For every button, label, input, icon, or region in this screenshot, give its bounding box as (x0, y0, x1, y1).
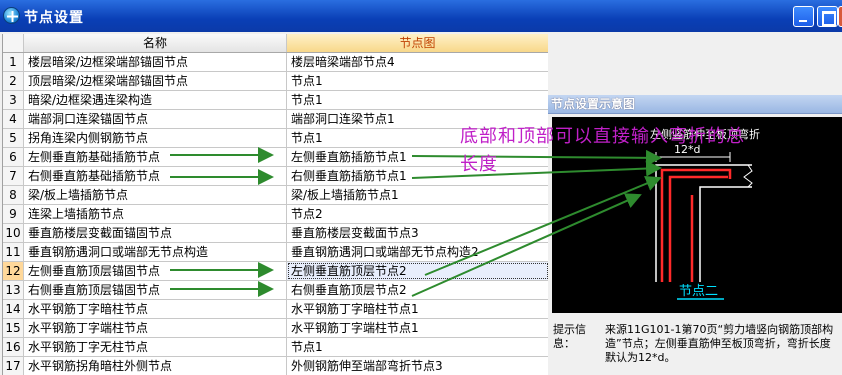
break-line (743, 164, 753, 188)
table-row[interactable]: 2 顶层暗梁/边框梁端部锚固节点 节点1 (3, 72, 548, 91)
table-row[interactable]: 14 水平钢筋丁字暗柱节点 水平钢筋丁字暗柱节点1 (3, 300, 548, 319)
row-number: 12 (3, 262, 24, 280)
row-node-cell[interactable]: 右侧垂直筋插筋节点1 (287, 167, 548, 185)
row-name-cell[interactable]: 垂直钢筋遇洞口或端部无节点构造 (24, 243, 287, 261)
row-name-cell[interactable]: 水平钢筋丁字端柱节点 (24, 319, 287, 337)
node-name: 节点二 (679, 284, 718, 299)
rebar-inner (668, 175, 728, 282)
row-number: 13 (3, 281, 24, 299)
app-icon (3, 7, 20, 24)
row-node-cell[interactable]: 外侧钢筋伸至端部弯折节点3 (287, 357, 548, 375)
row-name-cell[interactable]: 右侧垂直筋顶层锚固节点 (24, 281, 287, 299)
row-number: 1 (3, 53, 24, 71)
table-row[interactable]: 17 水平钢筋拐角暗柱外侧节点 外侧钢筋伸至端部弯折节点3 (3, 357, 548, 375)
table-row[interactable]: 8 梁/板上墙插筋节点 梁/板上墙插筋节点1 (3, 186, 548, 205)
row-name-cell[interactable]: 梁/板上墙插筋节点 (24, 186, 287, 204)
row-name-cell[interactable]: 右侧垂直筋基础插筋节点 (24, 167, 287, 185)
annotation-text-line1: 底部和顶部可以直接输入弯折的总 (460, 126, 745, 147)
row-number: 9 (3, 205, 24, 223)
row-node-cell[interactable]: 梁/板上墙插筋节点1 (287, 186, 548, 204)
header-corner (3, 34, 24, 52)
row-number: 6 (3, 148, 24, 166)
row-number: 14 (3, 300, 24, 318)
table-row[interactable]: 13 右侧垂直筋顶层锚固节点 右侧垂直筋顶层节点2 (3, 281, 548, 300)
row-node-cell[interactable]: 节点1 (287, 338, 548, 356)
hint-label: 提示信息： (553, 323, 586, 350)
table-row[interactable]: 10 垂直筋楼层变截面锚固节点 垂直筋楼层变截面节点3 (3, 224, 548, 243)
row-number: 10 (3, 224, 24, 242)
row-number: 11 (3, 243, 24, 261)
row-number: 17 (3, 357, 24, 375)
wall-outline-inner (699, 186, 752, 282)
row-node-cell[interactable]: 垂直筋楼层变截面节点3 (287, 224, 548, 242)
row-node-cell[interactable]: 节点2 (287, 205, 548, 223)
row-number: 16 (3, 338, 24, 356)
row-number: 8 (3, 186, 24, 204)
row-node-cell[interactable]: 节点1 (287, 72, 548, 90)
row-node-cell[interactable]: 楼层暗梁端部节点4 (287, 53, 548, 71)
row-name-cell[interactable]: 暗梁/边框梁遇连梁构造 (24, 91, 287, 109)
table-row[interactable]: 3 暗梁/边框梁遇连梁构造 节点1 (3, 91, 548, 110)
row-number: 4 (3, 110, 24, 128)
preview-title: 节点设置示意图 (548, 95, 842, 114)
row-name-cell[interactable]: 左侧垂直筋顶层锚固节点 (24, 262, 287, 280)
table-row[interactable]: 1 楼层暗梁/边框梁端部锚固节点 楼层暗梁端部节点4 (3, 53, 548, 72)
row-name-cell[interactable]: 垂直筋楼层变截面锚固节点 (24, 224, 287, 242)
row-node-cell[interactable]: 左侧垂直筋顶层节点2 (287, 262, 548, 280)
annotation-text-line2: 长度 (460, 154, 498, 175)
row-node-cell[interactable]: 垂直钢筋遇洞口或端部无节点构造2 (287, 243, 548, 261)
row-name-cell[interactable]: 拐角连梁内侧钢筋节点 (24, 129, 287, 147)
table-row[interactable]: 12 左侧垂直筋顶层锚固节点 左侧垂直筋顶层节点2 (3, 262, 548, 281)
row-name-cell[interactable]: 顶层暗梁/边框梁端部锚固节点 (24, 72, 287, 90)
row-name-cell[interactable]: 连梁上墙插筋节点 (24, 205, 287, 223)
table-row[interactable]: 16 水平钢筋丁字无柱节点 节点1 (3, 338, 548, 357)
row-name-cell[interactable]: 水平钢筋丁字暗柱节点 (24, 300, 287, 318)
window-titlebar: 节点设置 (0, 0, 842, 32)
row-node-cell[interactable]: 右侧垂直筋顶层节点2 (287, 281, 548, 299)
row-name-cell[interactable]: 左侧垂直筋基础插筋节点 (24, 148, 287, 166)
row-node-cell[interactable]: 水平钢筋丁字端柱节点1 (287, 319, 548, 337)
row-node-cell[interactable]: 节点1 (287, 91, 548, 109)
hint-text: 来源11G101-1第70页“剪力墙竖向钢筋顶部构造”节点；左侧垂直筋伸至板顶弯… (605, 323, 834, 364)
minimize-button[interactable] (793, 6, 814, 27)
header-node[interactable]: 节点图 (287, 34, 548, 52)
maximize-button[interactable] (817, 6, 838, 27)
row-name-cell[interactable]: 水平钢筋丁字无柱节点 (24, 338, 287, 356)
table-row[interactable]: 11 垂直钢筋遇洞口或端部无节点构造 垂直钢筋遇洞口或端部无节点构造2 (3, 243, 548, 262)
table-row[interactable]: 15 水平钢筋丁字端柱节点 水平钢筋丁字端柱节点1 (3, 319, 548, 338)
row-name-cell[interactable]: 端部洞口连梁锚固节点 (24, 110, 287, 128)
row-name-cell[interactable]: 水平钢筋拐角暗柱外侧节点 (24, 357, 287, 375)
table-header: 名称 节点图 (3, 34, 548, 53)
table-row[interactable]: 9 连梁上墙插筋节点 节点2 (3, 205, 548, 224)
window-title: 节点设置 (24, 10, 84, 26)
row-node-cell[interactable]: 左侧垂直筋插筋节点1 (287, 148, 548, 166)
row-number: 7 (3, 167, 24, 185)
row-node-cell[interactable]: 水平钢筋丁字暗柱节点1 (287, 300, 548, 318)
header-name[interactable]: 名称 (24, 34, 287, 52)
node-settings-table: 名称 节点图 1 楼层暗梁/边框梁端部锚固节点 楼层暗梁端部节点4 2 顶层暗梁/边框梁… (2, 34, 548, 375)
row-number: 15 (3, 319, 24, 337)
row-number: 5 (3, 129, 24, 147)
row-number: 2 (3, 72, 24, 90)
row-number: 3 (3, 91, 24, 109)
close-button[interactable] (838, 6, 842, 27)
hint-area: 提示信息： 来源11G101-1第70页“剪力墙竖向钢筋顶部构造”节点；左侧垂直… (548, 319, 842, 375)
row-name-cell[interactable]: 楼层暗梁/边框梁端部锚固节点 (24, 53, 287, 71)
